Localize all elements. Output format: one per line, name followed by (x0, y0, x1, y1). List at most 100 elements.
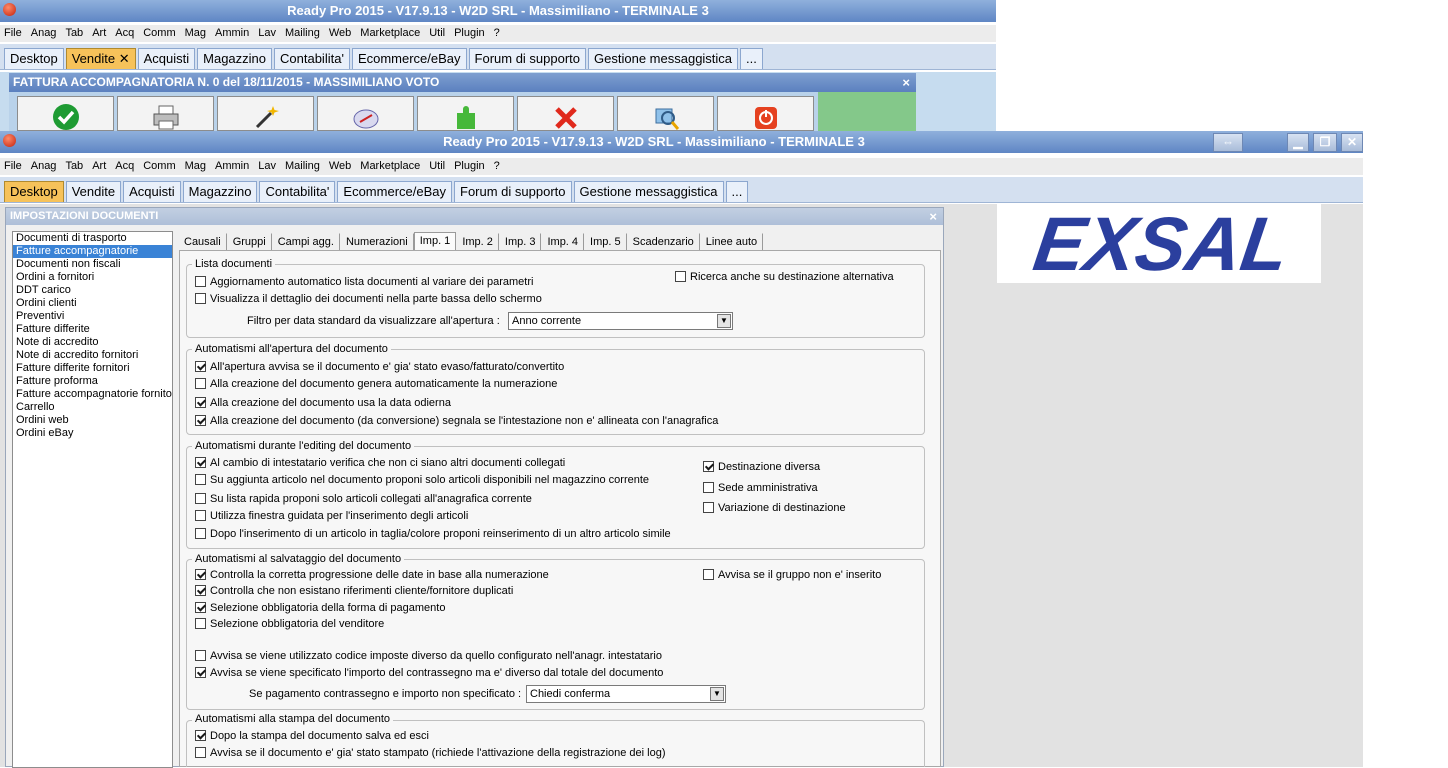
document-type-list[interactable]: Documenti di trasporto Fatture accompagn… (12, 231, 173, 768)
checkbox-variazione-destinazione[interactable]: Variazione di destinazione (703, 502, 846, 515)
menu-ammin[interactable]: Ammin (215, 158, 249, 175)
tab-more[interactable]: ... (725, 181, 749, 202)
cod-behaviour-select[interactable]: Chiedi conferma ▼ (526, 685, 726, 703)
checkbox-segnala-intestazione[interactable]: Alla creazione del documento (da convers… (195, 415, 718, 428)
tab-messaggistica[interactable]: Gestione messaggistica (573, 181, 724, 202)
tab-magazzino[interactable]: Magazzino (182, 181, 258, 202)
tab-close-icon[interactable]: ✕ (119, 51, 130, 66)
checkbox-importo-contrassegno[interactable]: Avvisa se viene specificato l'importo de… (195, 667, 663, 680)
list-item[interactable]: Documenti non fiscali (13, 258, 172, 271)
menu-tab[interactable]: Tab (65, 25, 83, 42)
list-item[interactable]: Carrello (13, 401, 172, 414)
tab-desktop[interactable]: Desktop (4, 48, 64, 69)
dialog-titlebar[interactable]: IMPOSTAZIONI DOCUMENTI × (6, 208, 943, 225)
menu-file[interactable]: File (4, 25, 22, 42)
checkbox-riferimenti-duplicati[interactable]: Controlla che non esistano riferimenti c… (195, 585, 513, 598)
menu-comm[interactable]: Comm (143, 158, 175, 175)
tab-forum[interactable]: Forum di supporto (454, 181, 572, 202)
menu-mag[interactable]: Mag (185, 158, 206, 175)
menu-help[interactable]: ? (494, 25, 500, 42)
preview-button[interactable] (617, 96, 714, 131)
checkbox-codice-imposte[interactable]: Avvisa se viene utilizzato codice impost… (195, 650, 662, 663)
confirm-button[interactable] (17, 96, 114, 131)
front-window-titlebar[interactable]: Ready Pro 2015 - V17.9.13 - W2D SRL - Ma… (0, 131, 1363, 153)
tab-imp-1[interactable]: Imp. 1 (413, 232, 457, 252)
list-item-selected[interactable]: Fatture accompagnatorie (13, 245, 172, 258)
menu-ammin[interactable]: Ammin (215, 25, 249, 42)
menu-anag[interactable]: Anag (31, 25, 57, 42)
tab-acquisti[interactable]: Acquisti (137, 48, 196, 69)
menu-acq[interactable]: Acq (115, 25, 134, 42)
checkbox-aggiornamento-automatico[interactable]: Aggiornamento automatico lista documenti… (195, 276, 533, 289)
tab-more[interactable]: ... (740, 48, 763, 69)
tab-magazzino[interactable]: Magazzino (197, 48, 273, 69)
list-item[interactable]: Preventivi (13, 310, 172, 323)
checkbox-data-odierna[interactable]: Alla creazione del documento usa la data… (195, 397, 451, 410)
menu-plugin[interactable]: Plugin (454, 158, 485, 175)
restore-toggle-button[interactable]: ⇔ (1213, 133, 1243, 152)
print-button[interactable] (117, 96, 214, 131)
navigator-button[interactable] (317, 96, 414, 131)
menu-help[interactable]: ? (494, 158, 500, 175)
menu-web[interactable]: Web (329, 25, 351, 42)
menu-acq[interactable]: Acq (115, 158, 134, 175)
list-item[interactable]: Fatture differite fornitori (13, 362, 172, 375)
checkbox-ricerca-destinazione[interactable]: Ricerca anche su destinazione alternativ… (675, 271, 894, 284)
maximize-button[interactable]: ❐ (1313, 133, 1337, 152)
plugin-button[interactable] (417, 96, 514, 131)
list-item[interactable]: Note di accredito (13, 336, 172, 349)
checkbox-lista-rapida[interactable]: Su lista rapida proponi solo articoli co… (195, 493, 532, 506)
menu-art[interactable]: Art (92, 25, 106, 42)
menu-anag[interactable]: Anag (31, 158, 57, 175)
list-item[interactable]: Note di accredito fornitori (13, 349, 172, 362)
checkbox-destinazione-diversa[interactable]: Destinazione diversa (703, 461, 820, 474)
checkbox-taglia-colore[interactable]: Dopo l'inserimento di un articolo in tag… (195, 528, 671, 541)
exit-button[interactable] (717, 96, 814, 131)
checkbox-venditore[interactable]: Selezione obbligatoria del venditore (195, 618, 384, 631)
delete-button[interactable] (517, 96, 614, 131)
tab-contabilita[interactable]: Contabilita' (274, 48, 350, 69)
menu-marketplace[interactable]: Marketplace (360, 158, 420, 175)
checkbox-gruppo-non-inserito[interactable]: Avvisa se il gruppo non e' inserito (703, 569, 881, 582)
checkbox-forma-pagamento[interactable]: Selezione obbligatoria della forma di pa… (195, 602, 445, 615)
wizard-button[interactable] (217, 96, 314, 131)
checkbox-cambio-intestatario[interactable]: Al cambio di intestatario verifica che n… (195, 457, 565, 470)
list-item[interactable]: Fatture accompagnatorie fornito (13, 388, 172, 401)
menu-mailing[interactable]: Mailing (285, 158, 320, 175)
minimize-button[interactable]: ▁ (1287, 133, 1309, 152)
document-close-icon[interactable]: × (902, 73, 910, 92)
tab-forum[interactable]: Forum di supporto (468, 48, 587, 69)
menu-marketplace[interactable]: Marketplace (360, 25, 420, 42)
tab-contabilita[interactable]: Contabilita' (259, 181, 336, 202)
menu-util[interactable]: Util (429, 25, 445, 42)
tab-vendite[interactable]: Vendite (65, 181, 122, 202)
checkbox-articoli-disponibili[interactable]: Su aggiunta articolo nel documento propo… (195, 474, 649, 487)
checkbox-sede-amministrativa[interactable]: Sede amministrativa (703, 482, 818, 495)
dialog-close-icon[interactable]: × (929, 208, 937, 225)
checkbox-finestra-guidata[interactable]: Utilizza finestra guidata per l'inserime… (195, 510, 468, 523)
checkbox-genera-numerazione[interactable]: Alla creazione del documento genera auto… (195, 378, 557, 391)
menu-mailing[interactable]: Mailing (285, 25, 320, 42)
checkbox-gia-stampato[interactable]: Avvisa se il documento e' gia' stato sta… (195, 747, 666, 760)
checkbox-salva-esci[interactable]: Dopo la stampa del documento salva ed es… (195, 730, 429, 743)
tab-messaggistica[interactable]: Gestione messaggistica (588, 48, 739, 69)
checkbox-visualizza-dettaglio[interactable]: Visualizza il dettaglio dei documenti ne… (195, 293, 542, 306)
menu-file[interactable]: File (4, 158, 22, 175)
back-document-titlebar[interactable]: FATTURA ACCOMPAGNATORIA N. 0 del 18/11/2… (9, 73, 916, 92)
menu-web[interactable]: Web (329, 158, 351, 175)
tab-ecommerce[interactable]: Ecommerce/eBay (337, 181, 452, 202)
tab-desktop[interactable]: Desktop (4, 181, 64, 202)
close-window-button[interactable]: ✕ (1341, 133, 1363, 152)
list-item[interactable]: Ordini clienti (13, 297, 172, 310)
menu-mag[interactable]: Mag (185, 25, 206, 42)
list-item[interactable]: Fatture differite (13, 323, 172, 336)
menu-lav[interactable]: Lav (258, 25, 276, 42)
list-item[interactable]: Ordini a fornitori (13, 271, 172, 284)
checkbox-avvisa-evaso[interactable]: All'apertura avvisa se il documento e' g… (195, 361, 564, 374)
list-item[interactable]: DDT carico (13, 284, 172, 297)
menu-plugin[interactable]: Plugin (454, 25, 485, 42)
tab-vendite[interactable]: Vendite ✕ (65, 48, 136, 69)
menu-art[interactable]: Art (92, 158, 106, 175)
menu-tab[interactable]: Tab (65, 158, 83, 175)
filter-date-select[interactable]: Anno corrente ▼ (508, 312, 733, 330)
